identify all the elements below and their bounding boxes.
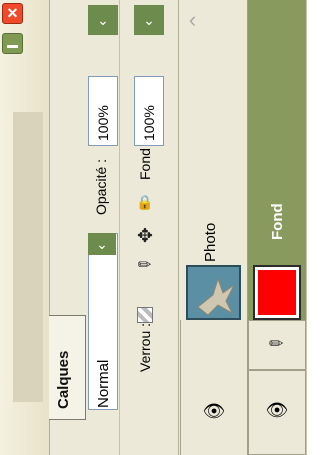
layer-row-photo[interactable]: 👁 Photo [180,0,248,455]
fill-label: Fond : [137,140,153,180]
panel-chrome-bar [13,112,43,402]
lock-transparency-icon[interactable] [137,307,153,323]
lock-brush-icon[interactable]: ✎ [131,251,159,279]
visibility-toggle[interactable]: 👁 [248,370,306,455]
opacity-label: Opacité : [93,158,109,215]
brush-icon: ✎ [264,331,289,356]
eye-icon: 👁 [202,400,226,421]
lock-label: Verrou : [137,322,153,372]
close-icon: × [7,3,18,23]
scrollbar[interactable] [306,0,322,455]
layer-row-fond[interactable]: 👁 ✎ Fond [248,0,306,455]
layer-brush-cell[interactable]: ✎ [248,320,306,370]
panel-chrome: × [0,0,50,455]
layer-name: Photo [202,222,219,262]
opacity-dropdown-button[interactable]: ⌄ [88,5,118,35]
lock-move-icon[interactable]: ✥ [135,226,155,247]
chevron-down-icon: ⌄ [143,11,155,28]
chevron-down-icon[interactable]: ⌄ [88,233,116,255]
chevron-left-icon[interactable]: ‹ [180,5,205,35]
tab-calques[interactable]: Calques [49,315,86,420]
layer-name: Fond [269,203,286,240]
lock-fill-row: Verrou : ✎ ✥ 🔒 Fond : 100% ⌄ [121,0,179,455]
minimize-button[interactable] [2,33,23,54]
fill-dropdown-button[interactable]: ⌄ [134,5,164,35]
fill-value: 100% [141,105,157,141]
layer-thumbnail[interactable] [253,265,301,320]
tab-label: Calques [55,350,72,409]
blend-mode-select[interactable]: Normal [88,233,118,410]
blend-opacity-row: Normal ⌄ Opacité : 100% ⌄ [86,0,120,455]
fill-color-swatch [258,270,296,315]
opacity-value: 100% [95,105,111,141]
lock-all-icon[interactable]: 🔒 [136,194,153,210]
blend-mode-value: Normal [95,359,112,408]
layer-thumbnail[interactable] [186,265,241,320]
fill-input[interactable]: 100% [134,76,164,146]
photo-thumbnail-image [188,267,239,318]
opacity-input[interactable]: 100% [88,76,118,146]
eye-icon: 👁 [265,399,289,420]
chevron-down-icon: ⌄ [97,11,109,28]
close-button[interactable]: × [2,3,23,24]
layer-link-cell[interactable] [180,320,248,370]
layers-panel: × Calques Normal ⌄ Opacité : 100% ⌄ Verr… [0,0,322,455]
visibility-toggle[interactable]: 👁 [180,370,248,455]
